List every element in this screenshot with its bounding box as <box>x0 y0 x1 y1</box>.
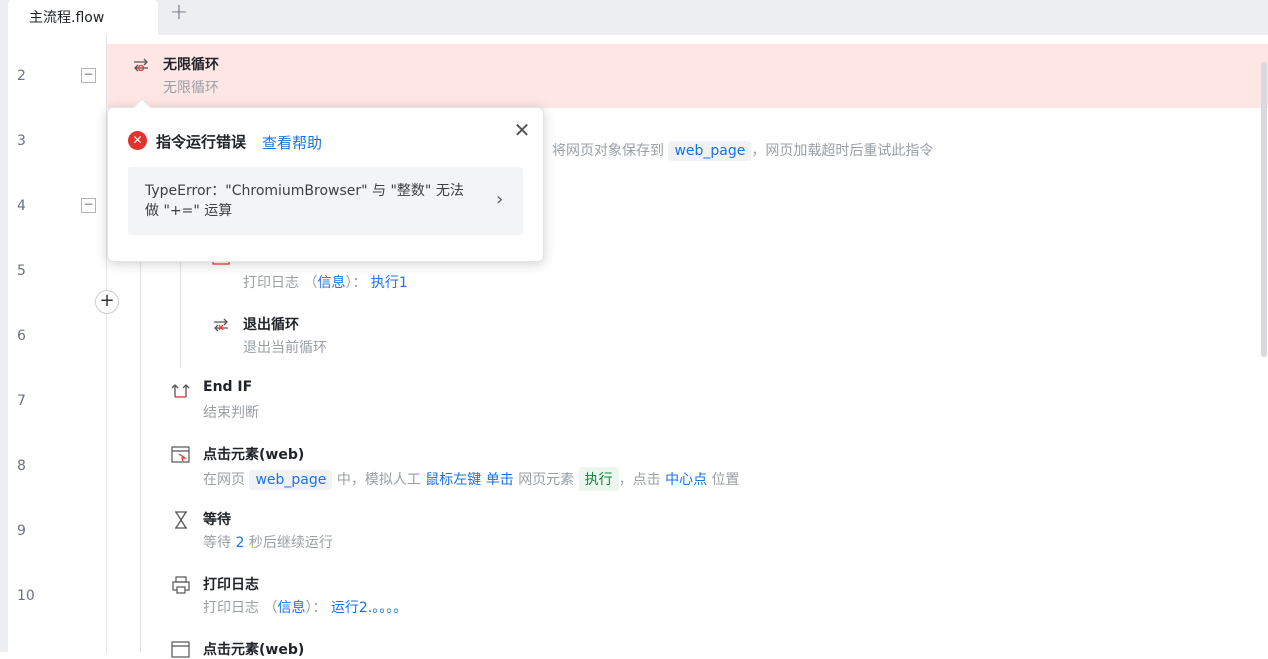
chevron-right-icon[interactable]: › <box>496 189 503 210</box>
line-number: 6 <box>17 328 26 344</box>
desc-text: 等待 <box>203 535 231 551</box>
log-message[interactable]: 运行2.。。。。 <box>331 600 407 616</box>
click-position[interactable]: 中心点 <box>665 472 707 488</box>
mouse-button[interactable]: 鼠标左键 <box>425 472 481 488</box>
add-tab-button[interactable]: + <box>168 2 190 26</box>
end-if-icon <box>171 384 190 398</box>
step-description: 在网页 web_page 中，模拟人工 鼠标左键 单击 网页元素 执行 ，点击 中… <box>203 467 740 491</box>
tab-bar: 主流程.flow + <box>0 0 1268 35</box>
step-title: 打印日志 <box>203 577 259 593</box>
step-description: 等待 2 秒后继续运行 <box>203 532 333 552</box>
step-description: 结束判断 <box>203 405 259 421</box>
line-number: 9 <box>17 523 26 539</box>
line-number: 8 <box>17 458 26 474</box>
line-number: 3 <box>17 133 26 149</box>
vertical-scrollbar[interactable] <box>1261 62 1267 357</box>
desc-text: ）： <box>345 275 367 291</box>
step-title: End IF <box>203 379 253 395</box>
desc-text: 网页元素 <box>518 472 575 488</box>
close-icon[interactable]: ✕ <box>512 120 532 140</box>
line-number: 5 <box>17 263 26 279</box>
collapse-toggle-line-2[interactable]: − <box>81 68 96 83</box>
element-chip[interactable]: 执行 <box>578 467 619 491</box>
desc-text: 位置 <box>711 472 740 488</box>
line-number-gutter: 2 3 4 5 6 7 8 9 10 <box>0 35 107 652</box>
browser-click-icon <box>171 446 190 463</box>
wait-seconds[interactable]: 2 <box>235 535 244 551</box>
click-type[interactable]: 单击 <box>486 472 514 488</box>
add-step-button[interactable]: + <box>95 290 119 314</box>
step-title: 等待 <box>203 512 231 528</box>
tab-main-flow[interactable]: 主流程.flow <box>8 0 158 35</box>
step-title: 点击元素(web) <box>203 447 305 463</box>
error-detail-box[interactable]: TypeError："ChromiumBrowser" 与 "整数" 无法做 "… <box>128 167 523 235</box>
error-highlight-row[interactable] <box>107 44 1268 108</box>
desc-text: 打印日志 （ <box>243 275 318 291</box>
popup-title: 指令运行错误 <box>156 133 247 151</box>
step-title: 退出循环 <box>243 317 299 333</box>
view-help-link[interactable]: 查看帮助 <box>262 132 322 153</box>
exit-loop-icon <box>214 318 228 332</box>
loop-icon <box>134 58 148 72</box>
browser-click-icon <box>171 641 190 658</box>
step-description: 无限循环 <box>163 80 219 96</box>
line-number: 2 <box>17 68 26 84</box>
desc-text: 打印日志 （ <box>203 600 278 616</box>
printer-icon <box>172 576 190 594</box>
desc-text: 秒后继续运行 <box>248 535 333 551</box>
step-description: 退出当前循环 <box>243 340 327 356</box>
desc-text: 将网页对象保存到 <box>552 143 664 159</box>
variable-web-page[interactable]: web_page <box>249 470 333 490</box>
step-open-web-description[interactable]: 将网页对象保存到 web_page ，网页加载超时后重试此指令 <box>552 140 933 161</box>
collapse-toggle-line-4[interactable]: − <box>81 198 96 213</box>
desc-text: 中，模拟人工 <box>336 472 421 488</box>
log-level[interactable]: 信息 <box>277 600 305 616</box>
line-number: 10 <box>17 588 35 604</box>
desc-text: ，网页加载超时后重试此指令 <box>751 143 934 159</box>
step-title: 点击元素(web) <box>203 642 305 658</box>
variable-web-page[interactable]: web_page <box>668 141 752 161</box>
desc-text: ）： <box>305 600 327 616</box>
error-message: TypeError："ChromiumBrowser" 与 "整数" 无法做 "… <box>145 183 464 219</box>
step-description: 打印日志 （信息）： 运行2.。。。。 <box>203 597 407 617</box>
log-level[interactable]: 信息 <box>317 275 345 291</box>
desc-text: ，点击 <box>618 472 661 488</box>
line-number: 4 <box>17 198 26 214</box>
step-title: 无限循环 <box>163 57 219 73</box>
line-number: 7 <box>17 393 26 409</box>
step-description: 打印日志 （信息）： 执行1 <box>243 272 408 292</box>
desc-text: 在网页 <box>203 472 245 488</box>
error-icon: ✕ <box>128 131 147 150</box>
error-popup: ✕ 指令运行错误 查看帮助 ✕ TypeError："ChromiumBrows… <box>107 98 544 262</box>
log-message[interactable]: 执行1 <box>371 275 408 291</box>
hourglass-icon <box>175 511 187 529</box>
